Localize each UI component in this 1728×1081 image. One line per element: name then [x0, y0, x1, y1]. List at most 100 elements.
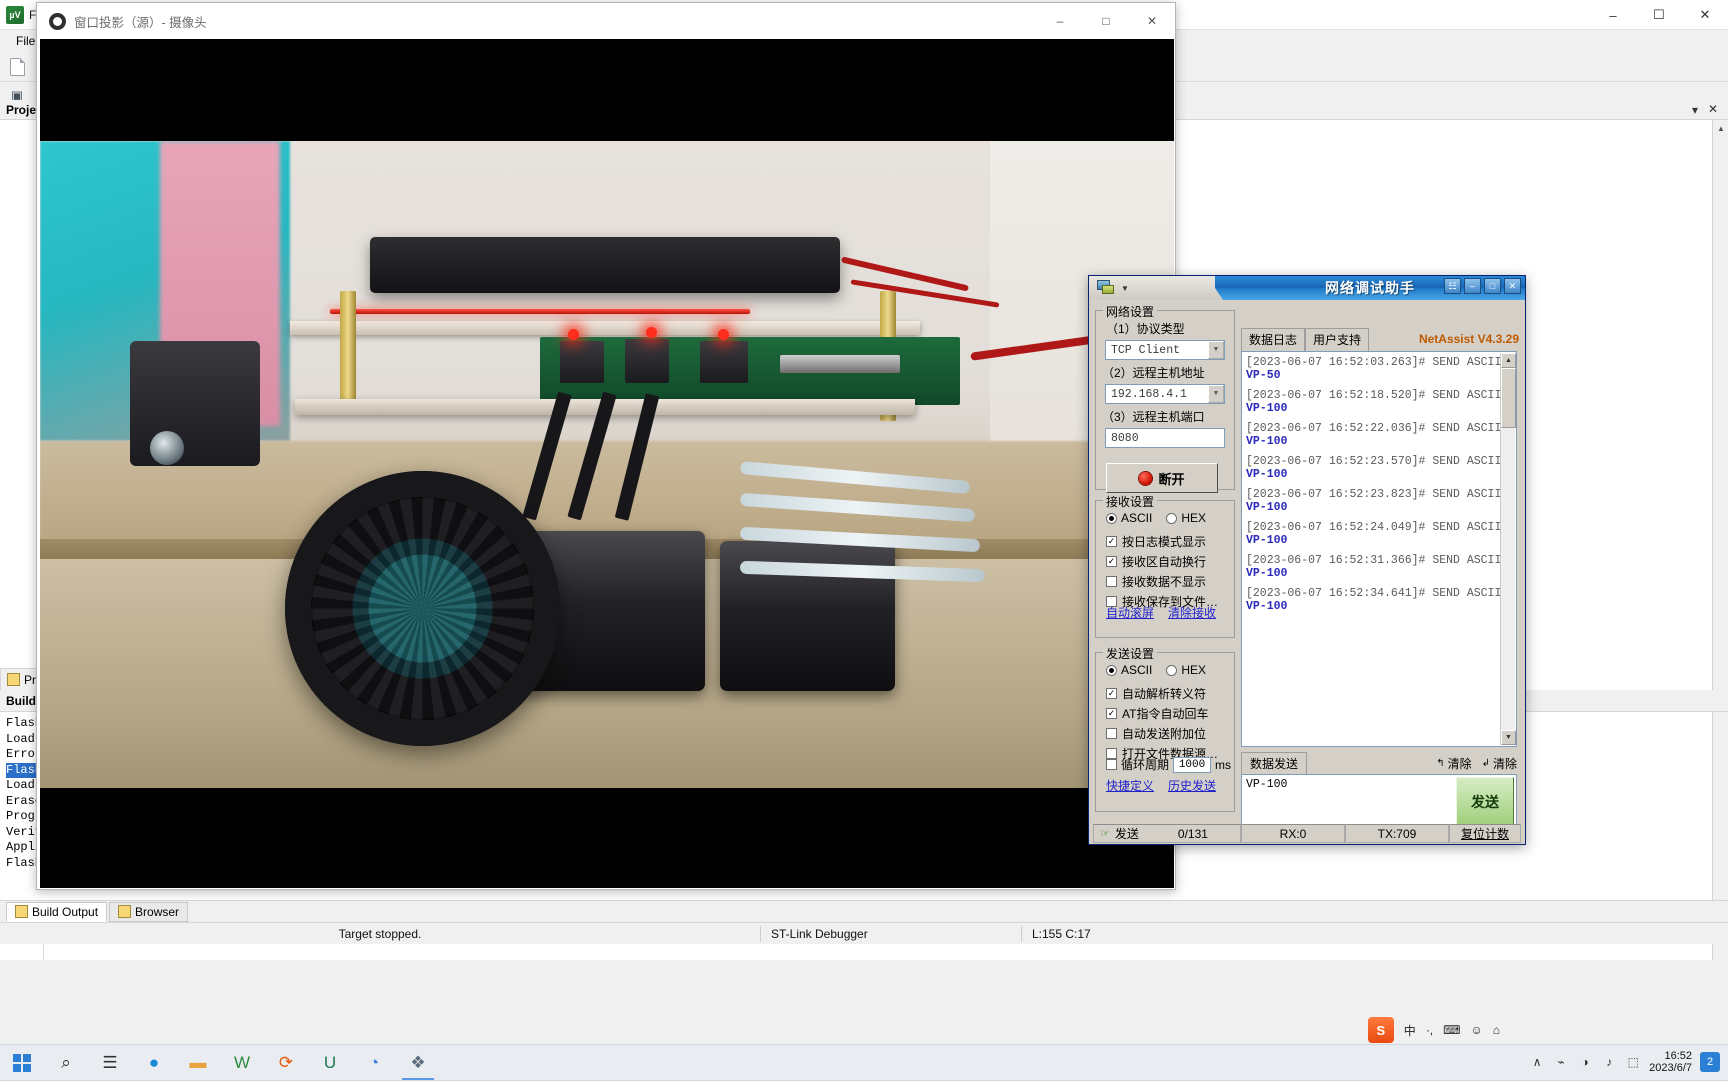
tray-battery-icon[interactable]: ⬚ [1625, 1054, 1641, 1070]
disconnect-button[interactable]: 断开 [1106, 463, 1218, 493]
obs-window-projector[interactable]: 窗口投影（源）- 摄像头 – □ ✕ [36, 2, 1176, 890]
bottom-tab-browser[interactable]: Browser [109, 901, 189, 922]
send-button[interactable]: 发送 [1456, 777, 1514, 827]
tray-expand-chevron-icon[interactable]: ∧ [1529, 1054, 1545, 1070]
build-output-scrollbar[interactable] [1712, 712, 1728, 900]
data-log-panel[interactable]: [2023-06-07 16:52:03.263]# SEND ASCII> VP… [1241, 351, 1517, 747]
app-icon-netassist[interactable]: ❖ [396, 1045, 440, 1081]
protocol-type-select[interactable]: TCP Client ▼ [1105, 340, 1225, 360]
netassist-maximize-button[interactable]: □ [1484, 278, 1501, 294]
log-scroll-up-icon[interactable]: ▲ [1501, 353, 1516, 368]
keil-minimize-button[interactable]: – [1590, 0, 1636, 30]
send-checkbox-0-checked[interactable]: ✓ [1106, 688, 1117, 699]
robot-chip-2 [625, 339, 669, 383]
netassist-extra-button[interactable]: ☷ [1444, 278, 1461, 294]
ime-emoji-icon[interactable]: ☺ [1470, 1023, 1482, 1037]
app-icon-netassist-glyph: ❖ [410, 1052, 426, 1072]
receive-checkbox-2-unchecked[interactable] [1106, 576, 1117, 587]
host-dropdown-arrow-icon[interactable]: ▼ [1208, 385, 1224, 403]
edge-icon[interactable]: ● [132, 1045, 176, 1081]
send-mode-ascii-radio[interactable]: ASCII [1106, 663, 1152, 677]
receive-mode-hex-radio[interactable]: HEX [1166, 511, 1206, 525]
notification-badge[interactable]: 2 [1700, 1052, 1720, 1072]
remote-host-input[interactable]: 192.168.4.1 ▼ [1105, 384, 1225, 404]
ime-keyboard-icon[interactable]: ⌨ [1443, 1023, 1460, 1037]
cycle-period-unit: ms [1215, 757, 1232, 772]
ime-toolbox-icon[interactable]: ⌂ [1493, 1023, 1500, 1037]
history-send-link[interactable]: 历史发送 [1168, 777, 1216, 794]
app-icon-w[interactable]: W [220, 1045, 264, 1081]
clock-time: 16:52 [1664, 1050, 1692, 1062]
log-scroll-thumb[interactable] [1501, 368, 1516, 428]
robot-upper-plate [290, 321, 920, 335]
receive-checkbox-label: 按日志模式显示 [1122, 535, 1207, 549]
keil-close-button[interactable]: ✕ [1682, 0, 1728, 30]
receive-mode-ascii-radio[interactable]: ASCII [1106, 511, 1152, 525]
clear-send-button[interactable]: ↰ 清除 [1436, 755, 1471, 772]
send-checkbox-row[interactable]: ✓ 自动解析转义符 [1106, 685, 1218, 702]
log-entry-timestamp: [2023-06-07 16:52:34.641]# SEND ASCII> [1246, 587, 1509, 600]
tray-volume-icon[interactable]: ♪ [1601, 1054, 1617, 1070]
receive-checkbox-row[interactable]: ✓ 按日志模式显示 [1106, 533, 1218, 550]
ime-punctuation-icon[interactable]: ·, [1426, 1023, 1433, 1037]
file-explorer-icon[interactable]: ▬ [176, 1045, 220, 1081]
log-entry-timestamp: [2023-06-07 16:52:22.036]# SEND ASCII> [1246, 422, 1509, 435]
reset-counter-button[interactable]: 复位计数 [1449, 824, 1521, 843]
panel-dropdown-icon[interactable]: ▾ [1692, 103, 1698, 117]
send-checkbox-row[interactable]: 自动发送附加位 [1106, 725, 1218, 742]
scroll-up-arrow-icon[interactable]: ▲ [1713, 120, 1728, 136]
clear-all-button[interactable]: ↲ 清除 [1482, 755, 1517, 772]
shortcut-define-link[interactable]: 快捷定义 [1106, 777, 1154, 794]
robot-chip-1 [560, 341, 604, 383]
log-entry-message: VP-100 [1246, 402, 1288, 415]
receive-checkbox-1-checked[interactable]: ✓ [1106, 556, 1117, 567]
dark-box-lens [150, 431, 184, 465]
remote-port-input[interactable]: 8080 [1105, 428, 1225, 448]
data-log-content: [2023-06-07 16:52:03.263]# SEND ASCII> VP… [1246, 356, 1509, 620]
send-checkbox-2-unchecked[interactable] [1106, 728, 1117, 739]
log-entry-message: VP-100 [1246, 567, 1288, 580]
send-mode-hex-radio[interactable]: HEX [1166, 663, 1206, 677]
bottom-tab-build-output[interactable]: Build Output [6, 901, 108, 922]
tray-network-icon[interactable]: ◑ [1577, 1054, 1593, 1070]
app-icon-u[interactable]: U [308, 1045, 352, 1081]
tray-onedrive-icon[interactable]: ⌁ [1553, 1054, 1569, 1070]
sogou-ime-icon[interactable]: S [1367, 1017, 1394, 1043]
taskbar-clock[interactable]: 16:52 2023/6/7 [1649, 1050, 1692, 1074]
receive-checkbox-0-checked[interactable]: ✓ [1106, 536, 1117, 547]
task-view-icon[interactable]: ☰ [88, 1045, 132, 1081]
netassist-body: 网络设置 （1）协议类型 TCP Client ▼ （2）远程主机地址 192.… [1089, 300, 1525, 846]
cycle-period-checkbox[interactable] [1106, 759, 1117, 770]
obs-maximize-button[interactable]: □ [1083, 3, 1129, 39]
panel-close-icon[interactable]: ✕ [1708, 102, 1718, 116]
log-scroll-down-icon[interactable]: ▼ [1501, 730, 1516, 745]
clear-receive-link[interactable]: 清除接收 [1168, 604, 1216, 621]
netassist-window[interactable]: ▼ 网络调试助手 ☷ – □ ✕ 网络设置 （1）协议类型 TCP Client… [1088, 275, 1526, 845]
receive-checkbox-row[interactable]: 接收数据不显示 [1106, 573, 1218, 590]
data-send-tab[interactable]: 数据发送 [1241, 752, 1308, 774]
send-text-area[interactable]: VP-100 发送 [1241, 774, 1517, 830]
netassist-tab-data-log[interactable]: 数据日志 [1241, 328, 1306, 351]
cycle-period-input[interactable]: 1000 [1173, 756, 1212, 773]
chevron-down-icon[interactable]: ▼ [1121, 284, 1129, 293]
receive-checkbox-row[interactable]: ✓ 接收区自动换行 [1106, 553, 1218, 570]
obs-minimize-button[interactable]: – [1037, 3, 1083, 39]
auto-scroll-link[interactable]: 自动滚屏 [1106, 604, 1154, 621]
netassist-close-button[interactable]: ✕ [1504, 278, 1521, 294]
ime-language-indicator[interactable]: 中 [1404, 1022, 1416, 1039]
start-button[interactable] [0, 1045, 44, 1081]
app-icon-blue[interactable]: ◔ [352, 1045, 396, 1081]
protocol-dropdown-arrow-icon[interactable]: ▼ [1208, 341, 1224, 359]
obs-close-button[interactable]: ✕ [1129, 3, 1175, 39]
new-file-icon[interactable] [6, 56, 28, 78]
netassist-tab-user-support[interactable]: 用户支持 [1305, 328, 1370, 351]
data-log-scrollbar[interactable]: ▲ ▼ [1500, 353, 1516, 745]
keil-maximize-button[interactable]: ☐ [1636, 0, 1682, 30]
send-checkbox-1-checked[interactable]: ✓ [1106, 708, 1117, 719]
netassist-minimize-button[interactable]: – [1464, 278, 1481, 294]
search-icon[interactable]: ⌕ [44, 1045, 88, 1081]
app-icon-orange[interactable]: ⟳ [264, 1045, 308, 1081]
send-checkbox-row[interactable]: ✓ AT指令自动回车 [1106, 705, 1218, 722]
obs-window-controls: – □ ✕ [1037, 3, 1175, 39]
netassist-window-title: 网络调试助手 [1325, 280, 1415, 296]
